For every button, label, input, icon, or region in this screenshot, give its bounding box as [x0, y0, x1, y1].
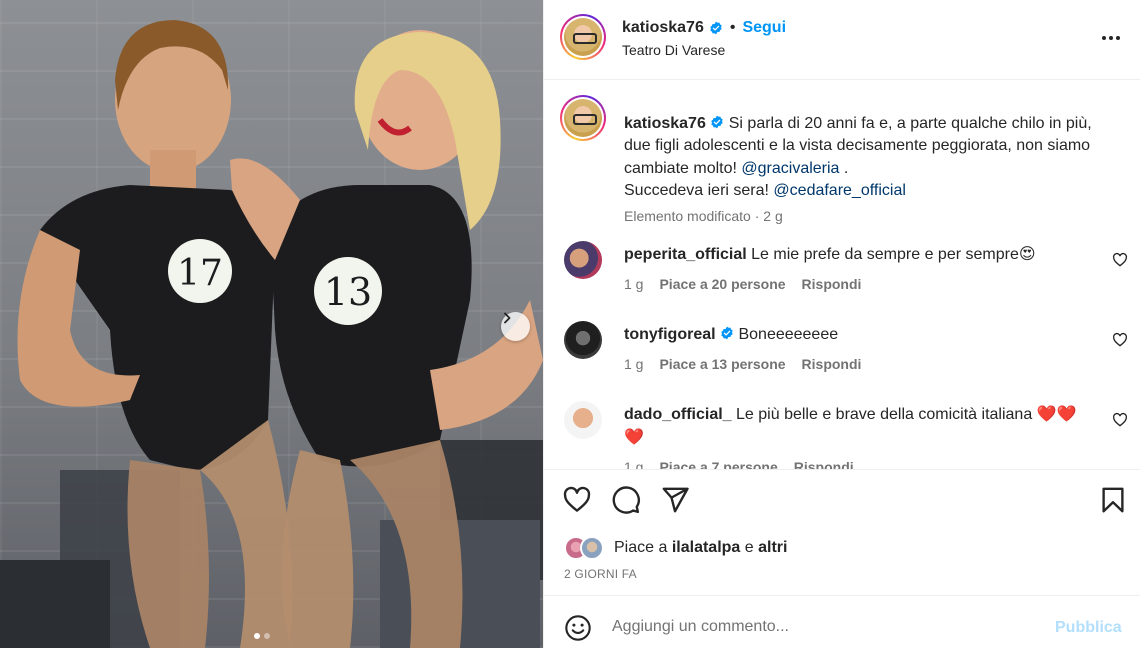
likes-prefix: Piace a: [614, 539, 668, 556]
publish-button[interactable]: Pubblica: [1055, 619, 1122, 637]
mention-link[interactable]: @cedafare_official: [773, 182, 905, 199]
comment-meta: 1 g Piace a 20 persone Rispondi: [624, 276, 861, 292]
comment-icon[interactable]: [611, 485, 641, 515]
carousel-next-button[interactable]: [501, 312, 530, 341]
carousel-dot-active: [254, 633, 260, 639]
post-media[interactable]: 17 13: [0, 0, 543, 648]
comment-time: 1 g: [624, 276, 644, 292]
verified-badge-icon: [711, 115, 723, 129]
carousel-indicator: [254, 633, 270, 639]
caption-avatar[interactable]: [560, 95, 606, 141]
more-dot: [1116, 36, 1120, 40]
bib-number-left: 17: [177, 253, 223, 294]
author-username[interactable]: katioska76: [622, 19, 704, 37]
liker-username[interactable]: ilalatalpa: [672, 539, 740, 557]
header-separator: •: [729, 19, 736, 36]
comment-like-icon[interactable]: [1112, 332, 1128, 348]
comment-likes[interactable]: Piace a 20 persone: [659, 276, 785, 292]
post-header: katioska76 • Segui Teatro Di Varese: [544, 0, 1140, 80]
comment-input[interactable]: [612, 610, 1032, 644]
commenter-avatar[interactable]: [564, 401, 602, 439]
more-dot: [1102, 36, 1106, 40]
comment-like-icon[interactable]: [1112, 412, 1128, 428]
follow-button[interactable]: Segui: [742, 19, 786, 37]
author-avatar[interactable]: [560, 14, 606, 60]
comment-time: 1 g: [624, 459, 644, 469]
likes-and: e: [744, 539, 754, 556]
post-photo: 17 13: [0, 20, 543, 648]
share-icon[interactable]: [660, 485, 690, 515]
post-location[interactable]: Teatro Di Varese: [622, 42, 725, 58]
comment-likes[interactable]: Piace a 7 persone: [659, 459, 777, 469]
liker-avatars[interactable]: [564, 536, 608, 560]
caption-text: katioska76 Si parla di 20 anni fa e, a p…: [624, 113, 1109, 203]
caption-body-line: Succedeva ieri sera!: [624, 182, 769, 200]
chevron-right-icon: [504, 312, 511, 324]
commenter-username[interactable]: peperita_official: [624, 246, 747, 263]
bib-number-right: 13: [324, 270, 372, 314]
comments-list[interactable]: katioska76 Si parla di 20 anni fa e, a p…: [544, 81, 1140, 469]
commenter-username[interactable]: dado_official_: [624, 406, 732, 423]
reply-button[interactable]: Rispondi: [794, 459, 854, 469]
heart-icon[interactable]: [562, 485, 592, 515]
emoji-icon[interactable]: [564, 614, 592, 642]
comment-likes[interactable]: Piace a 13 persone: [659, 356, 785, 372]
post-actions: Piace a ilalatalpa e altri 2 GIORNI FA: [544, 469, 1140, 595]
likes-others-link[interactable]: altri: [758, 539, 787, 557]
add-comment-bar: Pubblica: [544, 595, 1140, 648]
commenter-avatar[interactable]: [564, 241, 602, 279]
caption-body-end: .: [843, 159, 849, 177]
bookmark-icon[interactable]: [1098, 485, 1128, 515]
post-date[interactable]: 2 GIORNI FA: [564, 567, 637, 581]
likes-summary: Piace a ilalatalpa e altri: [564, 536, 787, 560]
comment-text: Boneeeeeeee: [738, 326, 839, 343]
caption-meta: Elemento modificato · 2 g: [624, 208, 783, 224]
post-side-panel: katioska76 • Segui Teatro Di Varese kati…: [543, 0, 1140, 648]
verified-badge-icon: [721, 326, 733, 340]
carousel-dot: [264, 633, 270, 639]
commenter-avatar[interactable]: [564, 321, 602, 359]
comment-meta: 1 g Piace a 7 persone Rispondi: [624, 459, 854, 469]
comment-meta: 1 g Piace a 13 persone Rispondi: [624, 356, 861, 372]
comment-time: 1 g: [624, 356, 644, 372]
more-dot: [1109, 36, 1113, 40]
comment-text: Le mie prefe da sempre e per sempre😍: [751, 246, 1036, 263]
caption-username[interactable]: katioska76: [624, 115, 706, 132]
commenter-username[interactable]: tonyfigoreal: [624, 326, 716, 343]
mention-link[interactable]: @gracivaleria: [741, 160, 839, 177]
reply-button[interactable]: Rispondi: [802, 356, 862, 372]
comment-like-icon[interactable]: [1112, 252, 1128, 268]
verified-badge-icon: [710, 21, 722, 35]
more-options-button[interactable]: [1100, 28, 1122, 48]
reply-button[interactable]: Rispondi: [802, 276, 862, 292]
